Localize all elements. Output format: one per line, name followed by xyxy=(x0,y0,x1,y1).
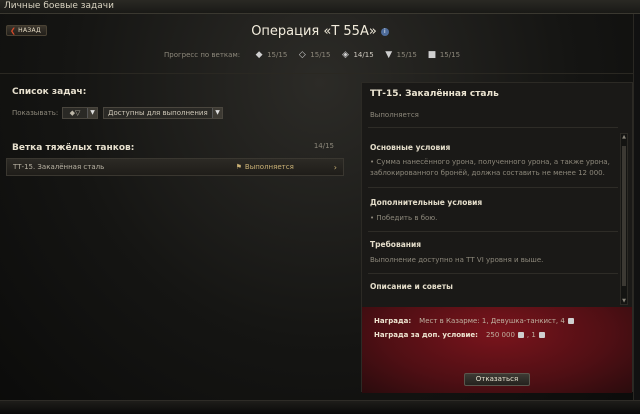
progress-label: Прогресс по веткам: xyxy=(164,51,241,59)
chevron-down-icon: ▼ xyxy=(212,108,222,118)
status-filter-value: Доступны для выполнения xyxy=(108,109,208,117)
chevron-right-icon: › xyxy=(333,162,337,172)
extra-conditions-text: • Победить в бою. xyxy=(370,214,438,222)
progress-heavy[interactable]: ◈ 14/15 xyxy=(340,50,374,60)
bottom-bar xyxy=(0,400,640,414)
td-icon: ▼ xyxy=(385,50,393,60)
task-detail-panel: ТТ-15. Закалённая сталь Выполняется Осно… xyxy=(361,82,633,393)
progress-td[interactable]: ▼ 15/15 xyxy=(384,50,417,60)
vehicle-type-dropdown[interactable]: ◆▽ ▼ xyxy=(62,107,98,119)
chevron-down-icon: ▼ xyxy=(87,108,97,118)
divider xyxy=(368,273,618,274)
slot-icon xyxy=(538,332,545,338)
progress-value: 15/15 xyxy=(310,51,331,59)
scroll-up-icon[interactable]: ▲ xyxy=(621,134,627,140)
window-title: Личные боевые задачи xyxy=(4,1,114,11)
reward-value: Мест в Казарме: 1, Девушка-танкист, 4 xyxy=(419,317,565,325)
reward-extra-value: 250 000 xyxy=(485,331,515,339)
list-item[interactable]: ТТ-15. Закалённая сталь ⚑ Выполняется › xyxy=(6,158,344,176)
reward-extra-tail: , 1 xyxy=(526,331,536,339)
requirements-text: Выполнение доступно на ТТ VI уровня и вы… xyxy=(370,256,544,264)
filter-label: Показывать: xyxy=(12,109,59,117)
operation-title-text: Операция «Т 55А» xyxy=(251,24,377,39)
tank-types-icon: ◆▽ xyxy=(69,109,81,117)
task-list-panel: Список задач: Показывать: ◆▽ ▼ Доступны … xyxy=(6,82,344,392)
medium-tank-icon: ◆ xyxy=(255,50,263,60)
branch-progress: Прогресс по веткам: ◆ 15/15 ◇ 15/15 ◈ 14/15… xyxy=(164,49,470,61)
title-bar: Личные боевые задачи xyxy=(0,0,640,14)
manual-icon xyxy=(567,318,574,324)
reward-extra-label: Награда за доп. условие: xyxy=(374,331,478,339)
main-conditions-text: • Сумма нанесённого урона, полученного у… xyxy=(370,158,610,177)
requirements-heading: Требования xyxy=(370,240,422,249)
reward-panel: Награда: Мест в Казарме: 1, Девушка-танк… xyxy=(362,307,632,393)
main-conditions-heading: Основные условия xyxy=(370,143,451,152)
progress-medium[interactable]: ◆ 15/15 xyxy=(254,50,288,60)
operation-title: Операция «Т 55А» i xyxy=(0,24,640,39)
divider xyxy=(368,187,618,188)
scroll-thumb[interactable] xyxy=(622,146,626,286)
credits-icon xyxy=(517,332,524,338)
task-list-title: Список задач: xyxy=(12,87,87,97)
branch-title: Ветка тяжёлых танков: xyxy=(12,143,135,153)
progress-value: 15/15 xyxy=(439,51,461,59)
detail-title: ТТ-15. Закалённая сталь xyxy=(370,89,499,99)
heavy-tank-icon: ◈ xyxy=(342,50,349,60)
detail-scrollbar[interactable]: ▲ ▼ xyxy=(620,133,628,305)
header-divider xyxy=(0,73,640,74)
reward-row: Награда: Мест в Казарме: 1, Девушка-танк… xyxy=(374,317,577,325)
light-tank-icon: ◇ xyxy=(298,50,306,60)
task-name: ТТ-15. Закалённая сталь xyxy=(13,163,105,171)
description-heading: Описание и советы xyxy=(370,282,453,291)
task-status: Выполняется xyxy=(244,163,294,171)
divider xyxy=(368,127,618,128)
reward-extra-row: Награда за доп. условие: 250 000 , 1 xyxy=(374,331,548,339)
window-scrollbar[interactable] xyxy=(633,14,640,400)
scroll-down-icon[interactable]: ▼ xyxy=(621,298,627,304)
reward-label: Награда: xyxy=(374,317,412,325)
flag-icon: ⚑ xyxy=(235,163,242,171)
progress-value: 14/15 xyxy=(353,51,374,59)
progress-value: 15/15 xyxy=(396,51,417,59)
progress-value: 15/15 xyxy=(267,51,288,59)
status-filter-dropdown[interactable]: Доступны для выполнения ▼ xyxy=(103,107,223,119)
progress-spg[interactable]: ■ 15/15 xyxy=(427,50,460,60)
spg-icon: ■ xyxy=(427,50,437,60)
branch-count: 14/15 xyxy=(313,142,334,150)
progress-light[interactable]: ◇ 15/15 xyxy=(297,50,331,60)
detail-status: Выполняется xyxy=(370,111,419,119)
extra-conditions-heading: Дополнительные условия xyxy=(370,198,483,207)
missions-window: Личные боевые задачи ❮ НАЗАД Операция «Т… xyxy=(0,0,640,414)
divider xyxy=(368,231,618,232)
info-icon[interactable]: i xyxy=(380,27,389,36)
decline-button[interactable]: Отказаться xyxy=(464,373,530,386)
